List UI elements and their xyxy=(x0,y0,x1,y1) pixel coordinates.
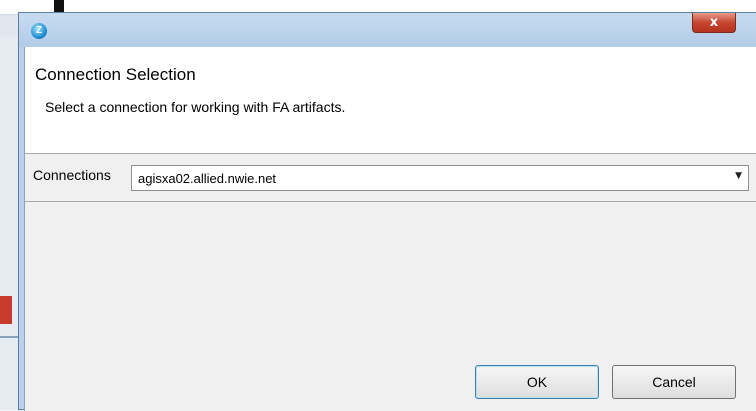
dialog-description: Select a connection for working with FA … xyxy=(45,99,346,115)
separator xyxy=(25,201,756,202)
dialog-titlebar[interactable]: Z x xyxy=(19,13,756,47)
app-logo-icon: Z xyxy=(31,23,47,39)
dialog-header: Connection Selection Select a connection… xyxy=(25,47,756,154)
ok-button[interactable]: OK xyxy=(475,365,599,399)
connections-selected-value: agisxa02.allied.nwie.net xyxy=(138,171,277,186)
chevron-down-icon[interactable]: ▼ xyxy=(735,171,742,181)
connections-label: Connections xyxy=(33,167,111,183)
connection-selection-dialog: Z x Connection Selection Select a connec… xyxy=(18,12,756,411)
background-line xyxy=(0,336,18,338)
close-button[interactable]: x xyxy=(692,13,736,33)
connections-dropdown[interactable]: agisxa02.allied.nwie.net ▼ xyxy=(131,165,749,191)
cancel-button[interactable]: Cancel xyxy=(612,365,736,399)
dialog-title: Connection Selection xyxy=(35,65,196,84)
background-window-edge xyxy=(0,36,19,410)
dialog-client-area: Connection Selection Select a connection… xyxy=(24,47,756,411)
background-red-marker xyxy=(0,296,12,324)
